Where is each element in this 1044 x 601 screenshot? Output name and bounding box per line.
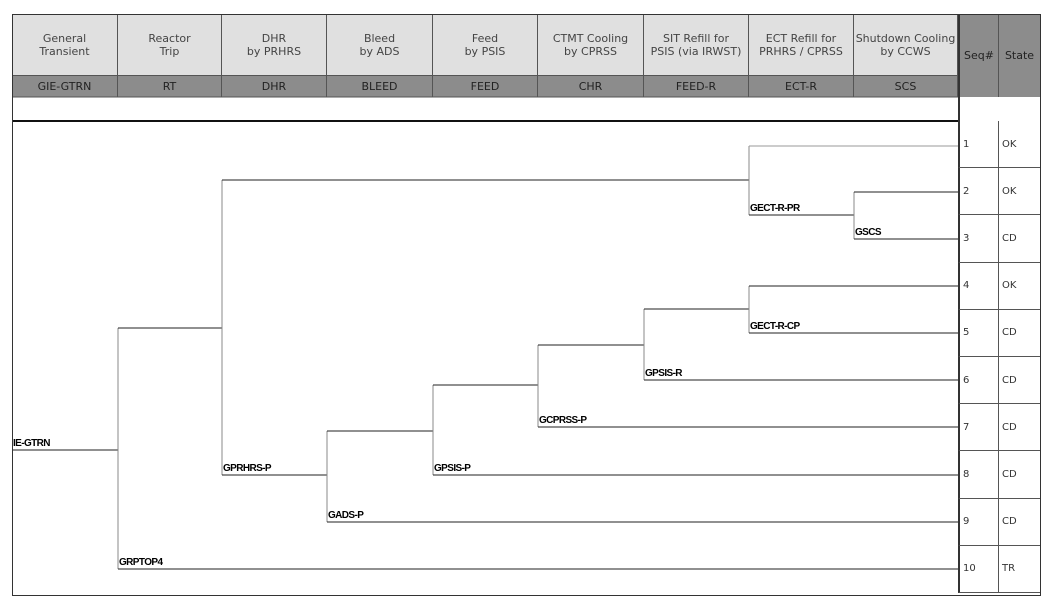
branch-label: GSCS <box>855 227 882 238</box>
tree-diagram: IE-GTRN GRPTOP4 GPRHRS-P GECT-R-PR GSCS GADS-… <box>12 96 958 570</box>
branch-label: GPRHRS-P <box>223 463 272 474</box>
branch-label: GRPTOP4 <box>119 557 163 568</box>
seq-number: 1 <box>958 121 999 169</box>
branch-label: GADS-P <box>328 510 364 521</box>
end-state: CD <box>999 357 1041 405</box>
branch-label: GECT-R-PR <box>750 203 801 214</box>
seq-number: 9 <box>958 498 999 546</box>
seq-number: 10 <box>958 545 999 593</box>
end-state: TR <box>999 546 1041 593</box>
end-state: CD <box>999 310 1041 357</box>
end-state: OK <box>999 121 1041 169</box>
seq-number: 6 <box>958 357 999 405</box>
end-state: OK <box>999 168 1041 216</box>
branch-label: GPSIS-P <box>434 463 471 474</box>
branch-label: GPSIS-R <box>645 368 683 379</box>
end-state: CD <box>999 215 1041 263</box>
seq-number: 7 <box>958 404 999 452</box>
branch-label: GCPRSS-P <box>539 415 587 426</box>
seq-number: 5 <box>958 309 999 357</box>
seq-blank-row <box>958 97 1041 121</box>
seq-number: 3 <box>958 215 999 263</box>
branch-label: GECT-R-CP <box>750 321 801 332</box>
end-state: CD <box>999 499 1041 546</box>
end-state: CD <box>999 451 1041 499</box>
end-state: OK <box>999 263 1041 310</box>
branch-label: IE-GTRN <box>13 438 50 449</box>
seq-number: 8 <box>958 451 999 499</box>
event-tree: General Transient GIE-GTRN Reactor Trip RT D… <box>0 0 1044 601</box>
seq-number: 4 <box>958 262 999 310</box>
end-state: CD <box>999 404 1041 452</box>
seq-number: 2 <box>958 168 999 216</box>
